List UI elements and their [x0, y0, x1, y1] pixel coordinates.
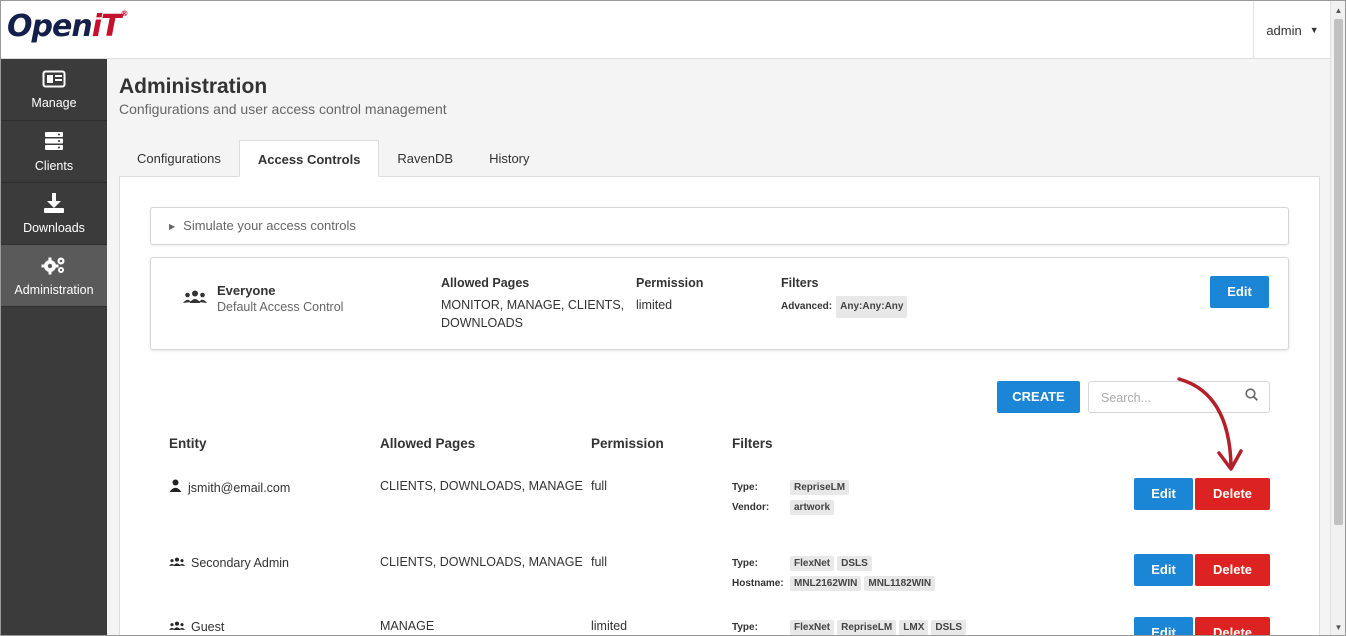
users-icon: [183, 290, 207, 309]
filter-tag: MNL1182WIN: [864, 575, 936, 591]
logo-text: Open: [7, 9, 93, 44]
default-filters: Filters Advanced: Any:Any:Any: [781, 276, 910, 318]
download-icon: [43, 192, 65, 218]
users-icon: [169, 619, 185, 634]
sidebar: Manage Clients Downloads Administration: [1, 59, 107, 635]
tab-ravendb[interactable]: RavenDB: [379, 140, 471, 177]
filter-tag: FlexNet: [790, 555, 835, 571]
openit-logo[interactable]: OpeniT®: [7, 9, 128, 44]
allowed-pages-line-1: MONITOR, MANAGE, CLIENTS,: [441, 298, 625, 312]
filters-cell: Type: FlexNet RepriseLM LMX DSLS: [732, 617, 969, 635]
page-subtitle: Configurations and user access control m…: [119, 101, 447, 117]
annotation-arrow: [1177, 377, 1243, 471]
sidebar-item-label: Clients: [34, 158, 74, 173]
user-icon: [169, 479, 182, 495]
tab-bar: Configurations Access Controls RavenDB H…: [119, 140, 548, 177]
filter-tag: DSLS: [931, 619, 967, 635]
filter-tag: RepriseLM: [837, 619, 897, 635]
permission-value: limited: [636, 298, 673, 312]
allowed-pages-cell: CLIENTS, DOWNLOADS, MANAGE: [380, 555, 583, 569]
tab-access-controls[interactable]: Access Controls: [238, 140, 380, 177]
permission-cell: full: [591, 555, 607, 569]
tab-configurations[interactable]: Configurations: [119, 140, 239, 177]
sidebar-item-label: Manage: [31, 95, 77, 110]
app-window: OpeniT® admin ▼ Manage Clients Downloads: [0, 0, 1346, 636]
filters-cell: Type: FlexNet DSLS Hostname: MNL2162WIN MNL1…: [732, 553, 938, 593]
simulate-label: Simulate your access controls: [183, 218, 356, 233]
tab-history[interactable]: History: [471, 140, 547, 177]
column-header-allowed-pages: Allowed Pages: [380, 436, 476, 451]
filter-label: Advanced:: [781, 301, 833, 312]
user-menu[interactable]: admin ▼: [1253, 1, 1331, 59]
allowed-pages-header: Allowed Pages: [441, 276, 530, 290]
filter-tag: DSLS: [837, 555, 872, 571]
filters-cell: Type: RepriseLM Vendor: artwork: [732, 477, 852, 517]
filter-tag: FlexNet: [790, 619, 835, 635]
entity-cell: Guest: [169, 619, 224, 634]
top-bar: OpeniT® admin ▼: [1, 1, 1331, 59]
filters-header: Filters: [781, 276, 819, 290]
permission-cell: limited: [591, 619, 628, 633]
edit-button[interactable]: Edit: [1134, 617, 1193, 635]
permission-header: Permission: [636, 276, 704, 290]
caret-down-icon: ▼: [1309, 25, 1319, 35]
filter-label: Vendor:: [732, 501, 770, 513]
filter-tag: Any:Any:Any: [836, 296, 908, 318]
sidebar-item-administration[interactable]: Administration: [1, 245, 107, 307]
filter-label: Hostname:: [732, 577, 784, 589]
default-allowed-pages: Allowed Pages MONITOR, MANAGE, CLIENTS, …: [441, 276, 624, 332]
scrollbar-thumb[interactable]: [1334, 19, 1343, 525]
main-content: Administration Configurations and user a…: [107, 59, 1331, 635]
filter-label: Type:: [732, 557, 758, 569]
default-access-control-card: Everyone Default Access Control Allowed …: [150, 257, 1289, 350]
column-header-filters: Filters: [732, 436, 773, 451]
entity-name: Guest: [191, 620, 225, 634]
allowed-pages-cell: CLIENTS, DOWNLOADS, MANAGE: [380, 479, 583, 493]
logo-text-accent: iT: [91, 9, 122, 44]
edit-button[interactable]: Edit: [1134, 554, 1193, 586]
column-header-permission: Permission: [591, 436, 664, 451]
server-icon: [44, 131, 64, 156]
simulate-accordion[interactable]: ▶ Simulate your access controls: [150, 207, 1289, 245]
sidebar-item-downloads[interactable]: Downloads: [1, 183, 107, 245]
default-permission: Permission limited: [636, 276, 703, 314]
filter-tag: artwork: [790, 499, 835, 515]
sidebar-item-label: Downloads: [23, 220, 85, 235]
create-button[interactable]: CREATE: [997, 381, 1080, 413]
default-edit-button[interactable]: Edit: [1210, 276, 1269, 308]
delete-button[interactable]: Delete: [1195, 554, 1270, 586]
filter-tag: LMX: [899, 619, 929, 635]
users-icon: [169, 555, 185, 570]
filter-label: Type:: [732, 481, 758, 493]
permission-cell: full: [591, 479, 607, 493]
filter-tag: RepriseLM: [790, 479, 850, 495]
filter-tag: MNL2162WIN: [790, 575, 862, 591]
entity-cell: jsmith@email.com: [169, 479, 290, 495]
column-header-entity: Entity: [169, 436, 207, 451]
caret-right-icon: ▶: [169, 222, 176, 231]
access-controls-panel: ▶ Simulate your access controls Everyone …: [119, 176, 1320, 635]
entity-name: jsmith@email.com: [188, 481, 291, 495]
sidebar-item-clients[interactable]: Clients: [1, 121, 107, 183]
sidebar-item-label: Administration: [14, 282, 94, 297]
sidebar-item-manage[interactable]: Manage: [1, 59, 107, 121]
allowed-pages-line-2: DOWNLOADS: [441, 316, 523, 330]
gears-icon: [41, 255, 67, 280]
user-name: admin: [1266, 22, 1302, 38]
entity-name: Secondary Admin: [191, 556, 289, 570]
search-placeholder: Search...: [1101, 391, 1152, 405]
filter-label: Type:: [732, 621, 758, 633]
page-title: Administration: [119, 75, 268, 98]
scroll-up-icon[interactable]: ▲: [1331, 3, 1345, 18]
vertical-scrollbar[interactable]: ▲ ▼: [1330, 1, 1345, 635]
logo-registered: ®: [120, 9, 128, 18]
entity-cell: Secondary Admin: [169, 555, 289, 570]
default-entity-name: Everyone: [217, 283, 276, 298]
allowed-pages-cell: MANAGE: [380, 619, 435, 633]
delete-button[interactable]: Delete: [1195, 617, 1270, 635]
id-card-icon: [42, 70, 66, 93]
scroll-down-icon[interactable]: ▼: [1331, 620, 1345, 635]
default-entity-description: Default Access Control: [217, 300, 344, 314]
